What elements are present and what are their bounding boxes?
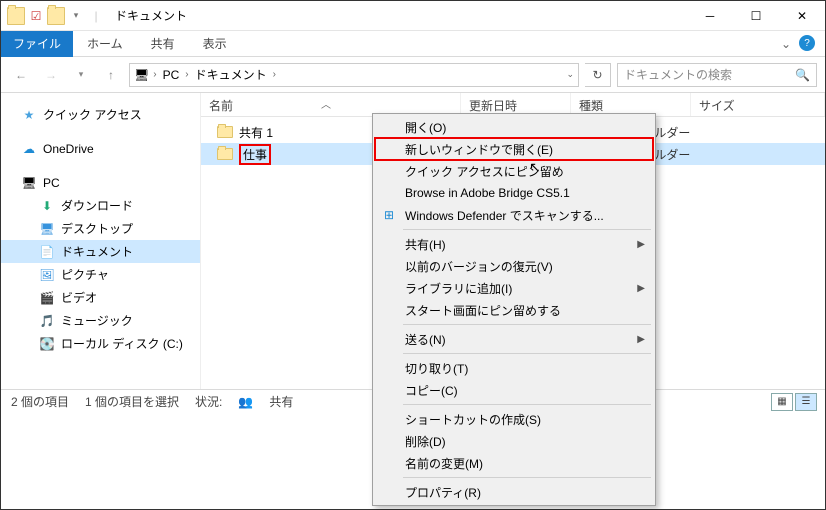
search-input[interactable]: ドキュメントの検索 🔍 xyxy=(617,63,817,87)
nav-up-button[interactable]: ↑ xyxy=(99,63,123,87)
tab-share[interactable]: 共有 xyxy=(137,30,189,57)
maximize-button[interactable]: ☐ xyxy=(733,1,779,31)
address-dropdown-icon[interactable]: ⌄ xyxy=(566,69,574,80)
status-item-count: 2 個の項目 xyxy=(11,393,69,410)
qat-folder-icon[interactable] xyxy=(47,7,65,25)
chevron-right-icon: ▶ xyxy=(637,283,645,294)
ctx-delete[interactable]: 削除(D) xyxy=(375,430,653,452)
chevron-right-icon: › xyxy=(185,69,188,80)
status-selection: 1 個の項目を選択 xyxy=(85,393,179,410)
view-details-button[interactable]: ☰ xyxy=(795,393,817,411)
search-placeholder: ドキュメントの検索 xyxy=(624,66,732,83)
ctx-restore[interactable]: 以前のバージョンの復元(V) xyxy=(375,255,653,277)
quick-access-toolbar: ☑ ▾ | xyxy=(1,7,111,25)
ctx-shortcut[interactable]: ショートカットの作成(S) xyxy=(375,408,653,430)
tab-view[interactable]: 表示 xyxy=(189,30,241,57)
help-icon[interactable]: ? xyxy=(799,35,815,51)
chevron-right-icon: ▶ xyxy=(637,239,645,250)
tree-desktop[interactable]: 🖥デスクトップ xyxy=(1,217,200,240)
status-state: 共有 xyxy=(269,393,293,410)
chevron-right-icon: › xyxy=(273,69,276,80)
ctx-pin-start[interactable]: スタート画面にピン留めする xyxy=(375,299,653,321)
window-title: ドキュメント xyxy=(111,7,687,24)
breadcrumb-pc[interactable]: PC xyxy=(161,68,182,82)
chevron-right-icon: › xyxy=(153,69,156,80)
tree-quick-access[interactable]: ★クイック アクセス xyxy=(1,103,200,126)
tab-home[interactable]: ホーム xyxy=(73,30,137,57)
folder-icon xyxy=(217,148,233,160)
music-icon: 🎵 xyxy=(39,313,55,329)
ctx-copy[interactable]: コピー(C) xyxy=(375,379,653,401)
tree-videos[interactable]: 🎬ビデオ xyxy=(1,286,200,309)
ctx-defender[interactable]: ⊞Windows Defender でスキャンする... xyxy=(375,204,653,226)
ctx-cut[interactable]: 切り取り(T) xyxy=(375,357,653,379)
ctx-open-new-window[interactable]: 新しいウィンドウで開く(E) xyxy=(375,138,653,160)
ribbon-expand-icon[interactable]: ⌄ xyxy=(781,37,791,51)
title-bar: ☑ ▾ | ドキュメント ─ ☐ ✕ xyxy=(1,1,825,31)
tree-cdrive[interactable]: 💽ローカル ディスク (C:) xyxy=(1,332,200,355)
shield-icon: ⊞ xyxy=(381,207,397,223)
app-icon xyxy=(7,7,25,25)
ctx-library[interactable]: ライブラリに追加(I)▶ xyxy=(375,277,653,299)
chevron-right-icon: ▶ xyxy=(637,334,645,345)
minimize-button[interactable]: ─ xyxy=(687,1,733,31)
breadcrumb-docs[interactable]: ドキュメント xyxy=(193,66,269,83)
tree-pc[interactable]: 🖥PC xyxy=(1,172,200,194)
pictures-icon: 🖼 xyxy=(39,267,55,283)
ctx-adobe-bridge[interactable]: Browse in Adobe Bridge CS5.1 xyxy=(375,182,653,204)
view-thumbnails-button[interactable]: ▦ xyxy=(771,393,793,411)
star-icon: ★ xyxy=(21,107,37,123)
sort-up-icon: ︿ xyxy=(321,96,331,111)
ctx-rename[interactable]: 名前の変更(M) xyxy=(375,452,653,474)
tree-onedrive[interactable]: ☁OneDrive xyxy=(1,138,200,160)
ctx-send[interactable]: 送る(N)▶ xyxy=(375,328,653,350)
breadcrumb[interactable]: 🖥 › PC › ドキュメント › ⌄ xyxy=(129,63,579,87)
ctx-pin-quick[interactable]: クイック アクセスにピン留め xyxy=(375,160,653,182)
videos-icon: 🎬 xyxy=(39,290,55,306)
nav-forward-button[interactable]: → xyxy=(39,63,63,87)
desktop-icon: 🖥 xyxy=(39,221,55,237)
folder-icon xyxy=(217,126,233,138)
tree-pictures[interactable]: 🖼ピクチャ xyxy=(1,263,200,286)
ribbon-tabs: ファイル ホーム 共有 表示 ⌄ ? xyxy=(1,31,825,57)
status-state-label: 状況: xyxy=(195,393,222,410)
search-icon: 🔍 xyxy=(795,68,810,82)
context-menu: 開く(O) 新しいウィンドウで開く(E) クイック アクセスにピン留め Brow… xyxy=(372,113,656,506)
nav-back-button[interactable]: ← xyxy=(9,63,33,87)
qat-properties-icon[interactable]: ☑ xyxy=(27,7,45,25)
ctx-properties[interactable]: プロパティ(R) xyxy=(375,481,653,503)
tree-music[interactable]: 🎵ミュージック xyxy=(1,309,200,332)
qat-dropdown-icon[interactable]: ▾ xyxy=(67,7,85,25)
col-size[interactable]: サイズ xyxy=(691,93,825,116)
people-icon: 👥 xyxy=(238,395,253,409)
download-icon: ⬇ xyxy=(39,198,55,214)
tree-downloads[interactable]: ⬇ダウンロード xyxy=(1,194,200,217)
ctx-share[interactable]: 共有(H)▶ xyxy=(375,233,653,255)
ctx-open[interactable]: 開く(O) xyxy=(375,116,653,138)
refresh-button[interactable]: ↻ xyxy=(585,63,611,87)
nav-recent-button[interactable]: ▾ xyxy=(69,63,93,87)
close-button[interactable]: ✕ xyxy=(779,1,825,31)
pc-icon: 🖥 xyxy=(21,175,37,191)
documents-icon: 📄 xyxy=(39,244,55,260)
address-bar-row: ← → ▾ ↑ 🖥 › PC › ドキュメント › ⌄ ↻ ドキュメントの検索 … xyxy=(1,57,825,93)
pc-icon: 🖥 xyxy=(134,68,149,82)
cloud-icon: ☁ xyxy=(21,141,37,157)
tab-file[interactable]: ファイル xyxy=(1,31,73,57)
tree-documents[interactable]: 📄ドキュメント xyxy=(1,240,200,263)
drive-icon: 💽 xyxy=(39,336,55,352)
nav-tree: ★クイック アクセス ☁OneDrive 🖥PC ⬇ダウンロード 🖥デスクトップ… xyxy=(1,93,201,389)
